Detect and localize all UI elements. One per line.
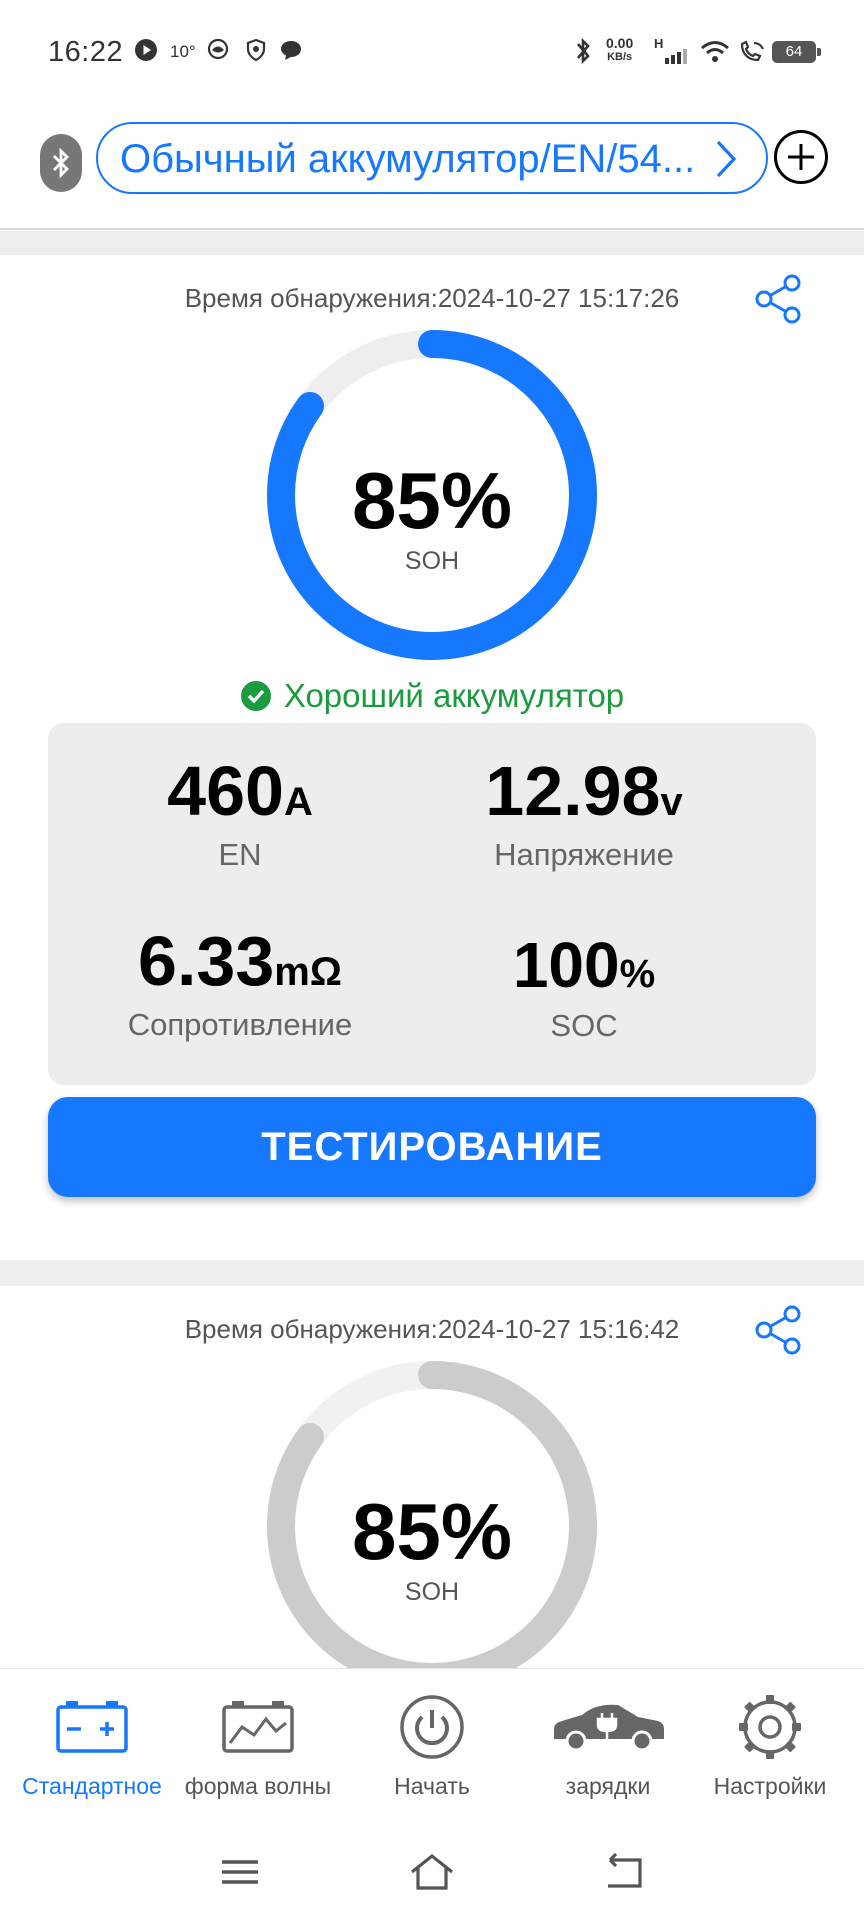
shield-icon (246, 38, 266, 62)
wifi-call-icon (740, 40, 764, 62)
system-nav-bar (0, 1818, 864, 1920)
status-time: 16:22 (48, 36, 124, 68)
nav-start[interactable]: Начать (346, 1669, 518, 1819)
metric-soc-value: 100 (512, 929, 620, 1001)
wifi-icon (701, 41, 729, 62)
car-charging-icon (554, 1704, 664, 1752)
soh-value: 85% (351, 1487, 513, 1576)
battery-type-selector[interactable]: Обычный аккумулятор/EN/54... (96, 122, 768, 194)
soh-value: 85% (351, 456, 513, 545)
metric-voltage-value: 12.98 (485, 752, 661, 830)
chevron-right-icon (716, 140, 737, 178)
metric-en-label: EN (218, 837, 262, 872)
battery-icon (56, 1701, 128, 1753)
bluetooth-button[interactable] (40, 134, 82, 192)
bluetooth-icon (53, 147, 69, 179)
metric-en: 460A EN (48, 751, 432, 873)
battery-indicator: 64 (772, 41, 821, 63)
nav-waveform[interactable]: форма волны (172, 1669, 344, 1819)
test-button[interactable]: ТЕСТИРОВАНИЕ (48, 1097, 816, 1197)
status-bar: 16:22 10° 0.00 KB/s H 64 (0, 0, 864, 100)
section-gap (0, 1260, 864, 1286)
status-temperature: 10° (170, 42, 196, 61)
add-circle-icon[interactable] (773, 129, 829, 185)
soh-label: SOH (404, 547, 460, 575)
back-icon[interactable] (600, 1850, 648, 1894)
metric-en-value: 460 (167, 752, 284, 830)
nav-settings[interactable]: Настройки (684, 1669, 856, 1819)
nav-charging[interactable]: зарядки (522, 1669, 694, 1819)
signal-icon (665, 49, 687, 64)
nav-standard[interactable]: Стандартное (6, 1669, 178, 1819)
menu-icon[interactable] (216, 1850, 264, 1894)
metric-soc-label: SOC (550, 1008, 618, 1043)
home-icon[interactable] (408, 1850, 456, 1894)
header: Обычный аккумулятор/EN/54... (0, 100, 864, 230)
result-card: Время обнаружения:2024-10-27 15:16:42 85… (0, 1286, 864, 1668)
metric-resistance: 6.33mΩ Сопротивление (48, 921, 432, 1043)
nav-standard-label: Стандартное (22, 1773, 162, 1799)
share-icon[interactable] (752, 273, 804, 325)
detection-time: Время обнаружения:2024-10-27 15:17:26 (184, 283, 680, 313)
metric-voltage-unit: v (660, 780, 683, 824)
nav-charging-label: зарядки (565, 1773, 651, 1799)
metric-voltage-label: Напряжение (494, 837, 674, 872)
signal-type: H (654, 36, 664, 51)
metric-en-unit: A (283, 780, 313, 824)
metric-resistance-value: 6.33 (138, 922, 275, 1000)
battery-status-text: Хороший аккумулятор (283, 677, 625, 714)
soh-label: SOH (404, 1578, 460, 1606)
bluetooth-icon (577, 37, 590, 65)
metric-resistance-label: Сопротивление (127, 1007, 353, 1042)
net-speed: 0.00 KB/s (606, 35, 634, 63)
check-circle-icon (240, 681, 271, 711)
nav-waveform-label: форма волны (184, 1773, 332, 1799)
share-icon[interactable] (752, 1304, 804, 1356)
power-icon (400, 1695, 464, 1759)
waveform-icon (222, 1701, 294, 1753)
section-gap (0, 231, 864, 255)
weather-icon (207, 38, 229, 60)
nav-settings-label: Настройки (713, 1773, 827, 1799)
metric-voltage: 12.98v Напряжение (392, 751, 776, 873)
chat-icon (281, 41, 301, 60)
metric-soc: 100% SOC (392, 928, 776, 1044)
detection-time: Время обнаружения:2024-10-27 15:16:42 (184, 1314, 680, 1344)
nav-start-label: Начать (394, 1773, 470, 1799)
metric-soc-unit: % (619, 952, 656, 996)
battery-status: Хороший аккумулятор (0, 677, 864, 715)
bottom-nav: Стандартное форма волны Начать зарядки Н… (0, 1668, 864, 1818)
metric-resistance-unit: mΩ (274, 950, 342, 994)
play-icon (135, 39, 157, 61)
metrics-panel: 460A EN 12.98v Напряжение 6.33mΩ Сопроти… (48, 723, 816, 1085)
result-card: Время обнаружения:2024-10-27 15:17:26 85… (0, 255, 864, 1260)
gear-icon (739, 1695, 801, 1759)
battery-type-label: Обычный аккумулятор/EN/54... (120, 137, 696, 181)
